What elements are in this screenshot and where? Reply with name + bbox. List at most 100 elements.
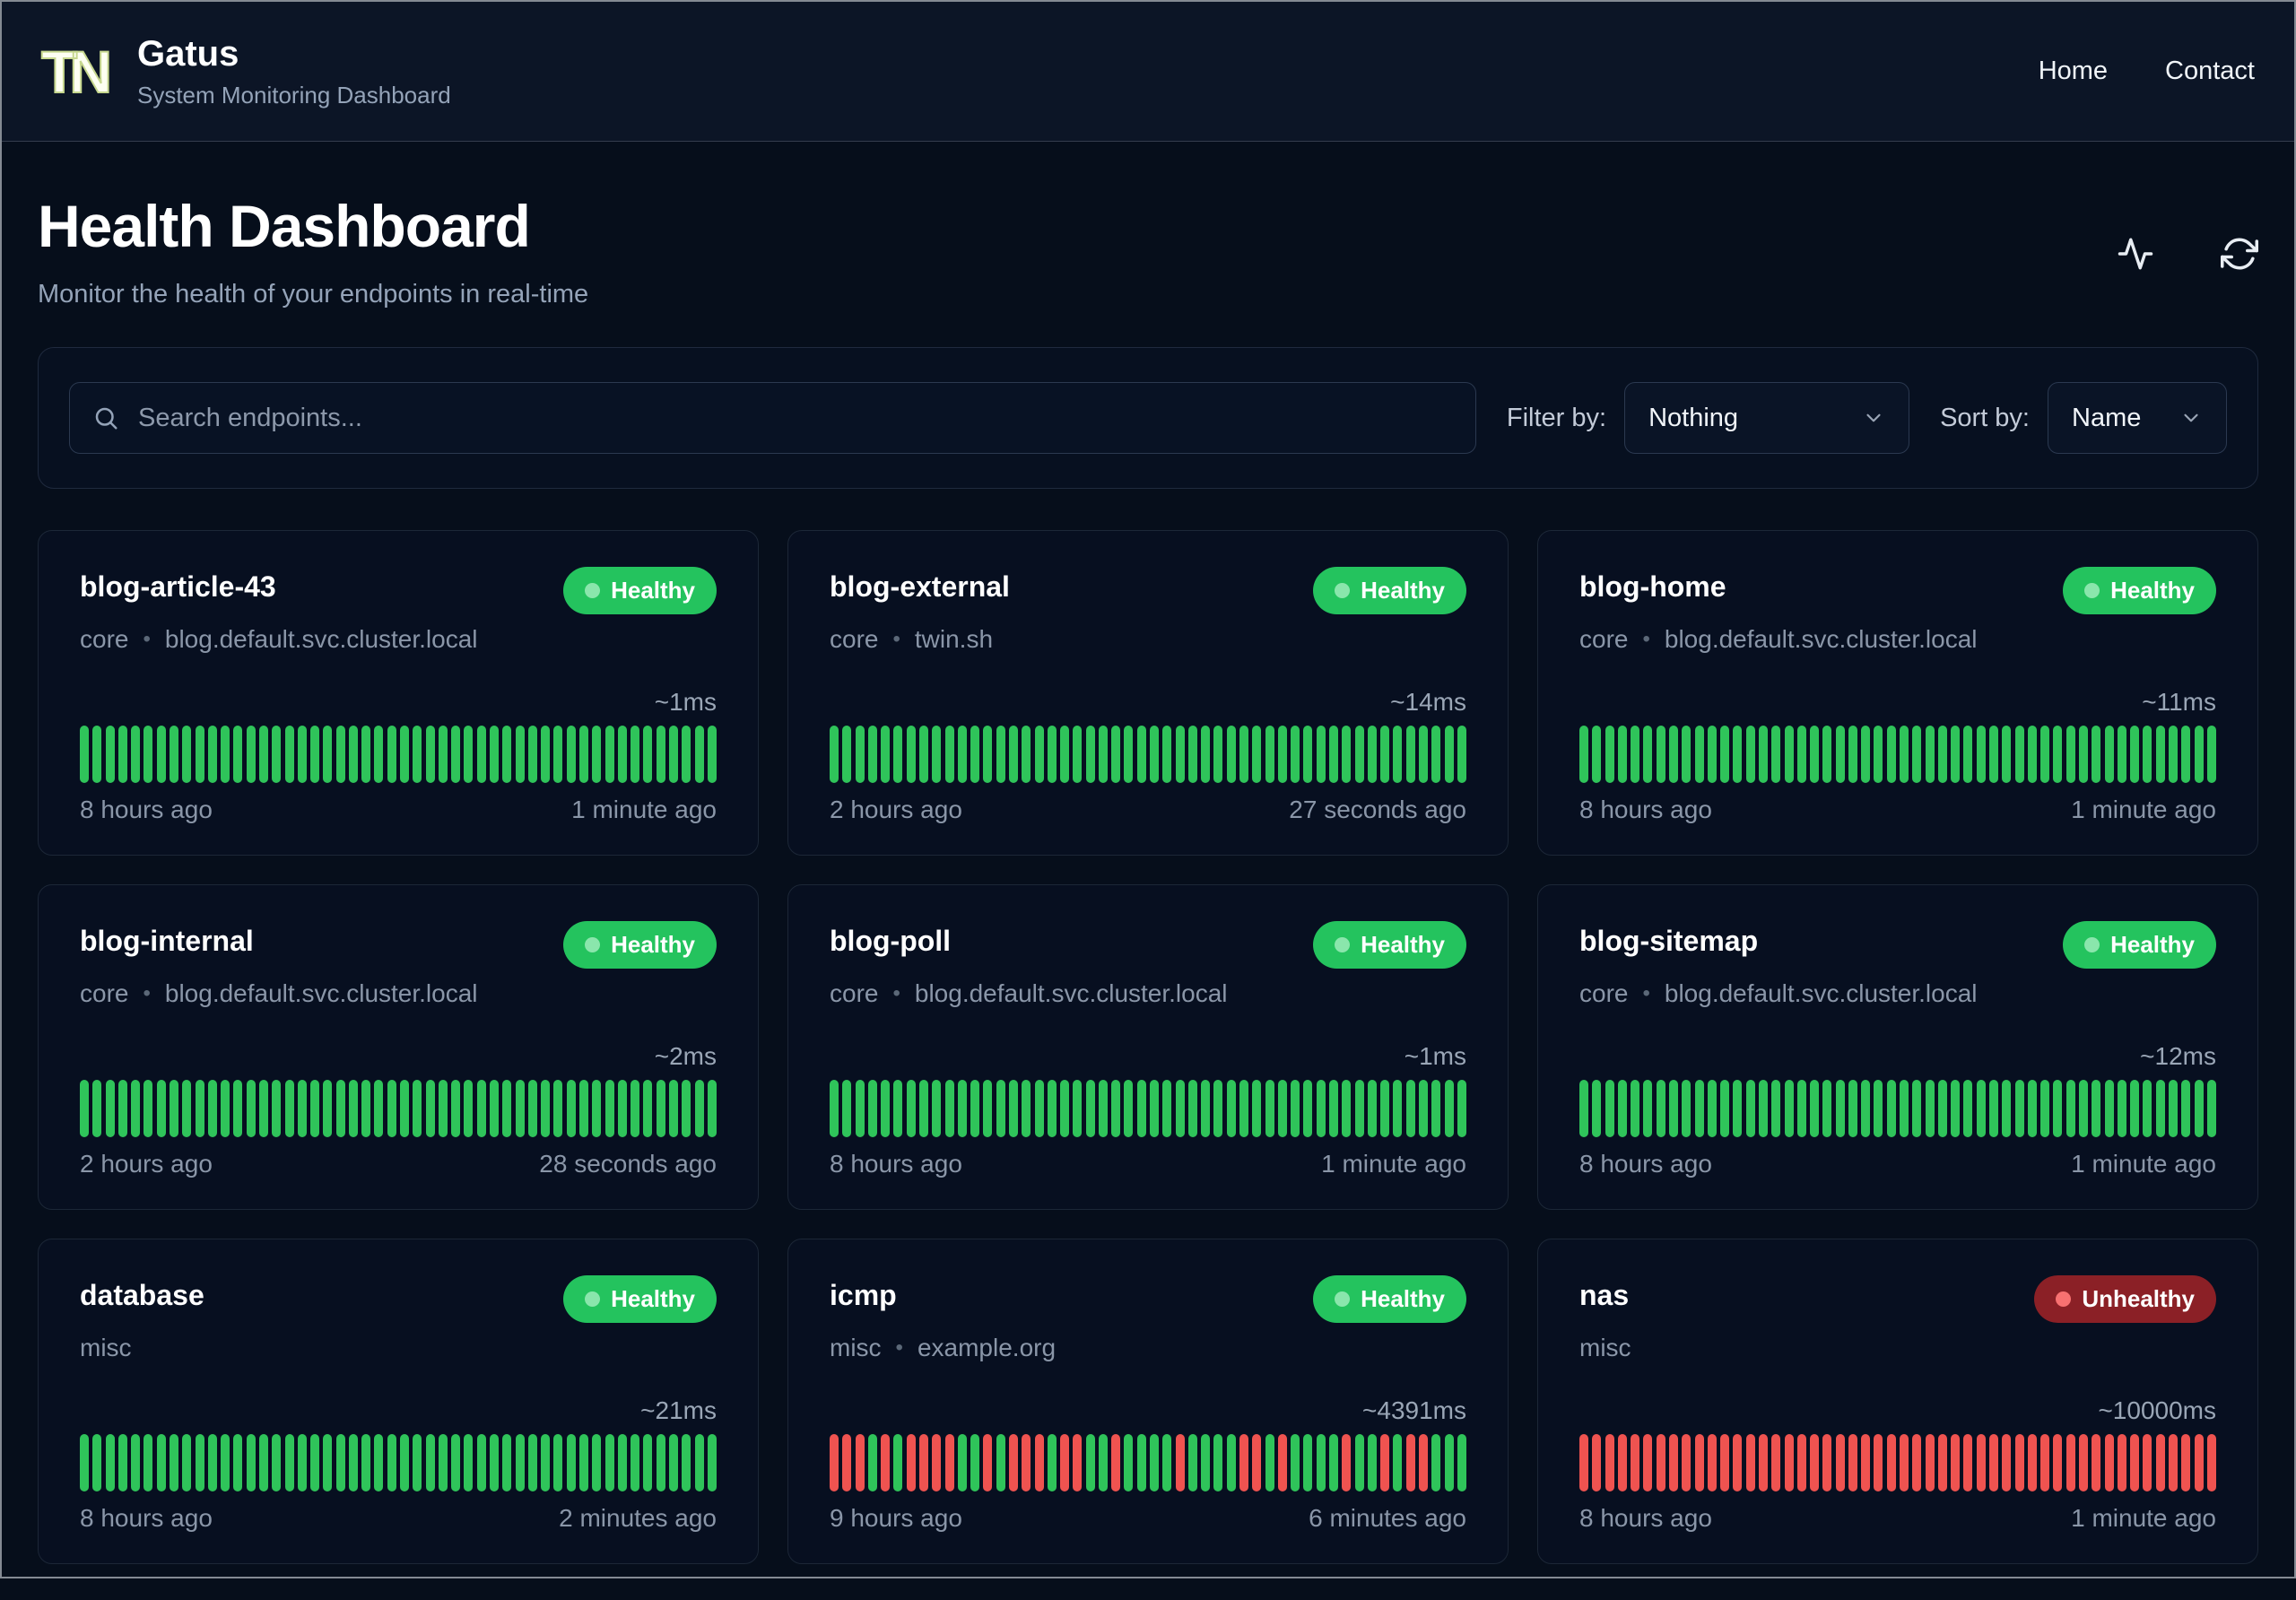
uptime-bar[interactable]: [842, 1434, 852, 1491]
uptime-bar[interactable]: [1316, 1434, 1326, 1491]
uptime-bar[interactable]: [1707, 1080, 1717, 1137]
uptime-bar[interactable]: [1771, 726, 1781, 783]
uptime-bar[interactable]: [1720, 1434, 1730, 1491]
uptime-bar[interactable]: [1925, 1080, 1935, 1137]
uptime-bar[interactable]: [1111, 1080, 1121, 1137]
uptime-bar[interactable]: [1418, 1080, 1428, 1137]
uptime-bar[interactable]: [80, 1080, 89, 1137]
uptime-bar[interactable]: [855, 1434, 865, 1491]
uptime-bar[interactable]: [1617, 1080, 1627, 1137]
uptime-bar[interactable]: [1328, 726, 1338, 783]
uptime-bar[interactable]: [1682, 726, 1692, 783]
uptime-bar[interactable]: [2155, 726, 2165, 783]
uptime-bar[interactable]: [464, 726, 474, 783]
uptime-bar[interactable]: [387, 1080, 396, 1137]
uptime-bar[interactable]: [1022, 726, 1031, 783]
uptime-bar[interactable]: [1796, 1080, 1806, 1137]
uptime-bar[interactable]: [1431, 1434, 1441, 1491]
uptime-bar[interactable]: [2143, 726, 2152, 783]
uptime-bar[interactable]: [2117, 1434, 2126, 1491]
uptime-bar[interactable]: [425, 1434, 435, 1491]
uptime-bar[interactable]: [323, 1080, 333, 1137]
uptime-bar[interactable]: [1937, 726, 1947, 783]
uptime-bar[interactable]: [2206, 726, 2216, 783]
uptime-bar[interactable]: [2092, 726, 2101, 783]
uptime-bar[interactable]: [2206, 1434, 2216, 1491]
uptime-bar[interactable]: [1316, 726, 1326, 783]
uptime-bar[interactable]: [2130, 726, 2140, 783]
uptime-bar[interactable]: [592, 1080, 602, 1137]
uptime-bar[interactable]: [1201, 726, 1211, 783]
uptime-bar[interactable]: [1745, 1434, 1755, 1491]
uptime-bar[interactable]: [932, 726, 942, 783]
uptime-bar[interactable]: [1380, 1080, 1390, 1137]
uptime-bar[interactable]: [117, 1080, 127, 1137]
uptime-bar[interactable]: [2181, 726, 2191, 783]
uptime-bar[interactable]: [1124, 1434, 1134, 1491]
uptime-bar[interactable]: [1213, 726, 1223, 783]
nav-home-link[interactable]: Home: [2039, 57, 2108, 86]
uptime-bar[interactable]: [297, 1434, 307, 1491]
uptime-bar[interactable]: [553, 1080, 563, 1137]
uptime-bar[interactable]: [1367, 726, 1377, 783]
uptime-bar[interactable]: [566, 1434, 576, 1491]
uptime-bar[interactable]: [1136, 1434, 1146, 1491]
uptime-bar[interactable]: [1291, 726, 1300, 783]
uptime-bar[interactable]: [413, 726, 422, 783]
uptime-bar[interactable]: [957, 726, 967, 783]
uptime-bar[interactable]: [502, 1080, 512, 1137]
uptime-bar[interactable]: [855, 726, 865, 783]
uptime-bar[interactable]: [1937, 1080, 1947, 1137]
uptime-bar[interactable]: [144, 726, 153, 783]
uptime-bar[interactable]: [2194, 726, 2204, 783]
uptime-bar[interactable]: [527, 726, 537, 783]
uptime-bar[interactable]: [1354, 1080, 1364, 1137]
uptime-bar[interactable]: [1579, 1434, 1588, 1491]
uptime-bar[interactable]: [1150, 726, 1160, 783]
nav-contact-link[interactable]: Contact: [2165, 57, 2255, 86]
uptime-bar[interactable]: [1861, 1434, 1871, 1491]
uptime-bar[interactable]: [1060, 726, 1070, 783]
uptime-bar[interactable]: [932, 1434, 942, 1491]
uptime-bar[interactable]: [144, 1434, 153, 1491]
uptime-bar[interactable]: [1162, 726, 1172, 783]
uptime-bar[interactable]: [413, 1080, 422, 1137]
uptime-bar[interactable]: [1617, 726, 1627, 783]
uptime-bar[interactable]: [1848, 1080, 1857, 1137]
uptime-bar[interactable]: [1810, 1080, 1820, 1137]
uptime-bar[interactable]: [272, 726, 282, 783]
uptime-bar[interactable]: [1252, 1434, 1262, 1491]
uptime-bar[interactable]: [1022, 1080, 1031, 1137]
uptime-bar[interactable]: [617, 726, 627, 783]
uptime-bar[interactable]: [592, 1434, 602, 1491]
uptime-bar[interactable]: [2066, 1434, 2075, 1491]
uptime-bar[interactable]: [2092, 1080, 2101, 1137]
uptime-bar[interactable]: [476, 1434, 486, 1491]
uptime-bar[interactable]: [1008, 1434, 1018, 1491]
uptime-bar[interactable]: [1073, 1080, 1083, 1137]
uptime-bar[interactable]: [1656, 1080, 1665, 1137]
activity-pulse-icon[interactable]: [2117, 235, 2154, 273]
uptime-bar[interactable]: [1213, 1080, 1223, 1137]
uptime-bar[interactable]: [1912, 1080, 1922, 1137]
uptime-bar[interactable]: [944, 726, 954, 783]
uptime-bar[interactable]: [1342, 726, 1352, 783]
uptime-bar[interactable]: [617, 1080, 627, 1137]
uptime-bar[interactable]: [855, 1080, 865, 1137]
uptime-bar[interactable]: [284, 1080, 294, 1137]
uptime-bar[interactable]: [2078, 1434, 2088, 1491]
uptime-bar[interactable]: [830, 726, 839, 783]
uptime-bar[interactable]: [272, 1434, 282, 1491]
uptime-bar[interactable]: [1380, 1434, 1390, 1491]
uptime-bar[interactable]: [631, 1080, 640, 1137]
uptime-bar[interactable]: [258, 1080, 268, 1137]
uptime-bar[interactable]: [553, 726, 563, 783]
uptime-bar[interactable]: [1668, 726, 1678, 783]
uptime-bar[interactable]: [918, 1434, 928, 1491]
uptime-bar[interactable]: [1444, 1434, 1454, 1491]
uptime-bar[interactable]: [1457, 1080, 1466, 1137]
uptime-bar[interactable]: [1810, 726, 1820, 783]
uptime-bar[interactable]: [970, 1434, 980, 1491]
uptime-bar[interactable]: [438, 1080, 448, 1137]
uptime-bar[interactable]: [2155, 1080, 2165, 1137]
